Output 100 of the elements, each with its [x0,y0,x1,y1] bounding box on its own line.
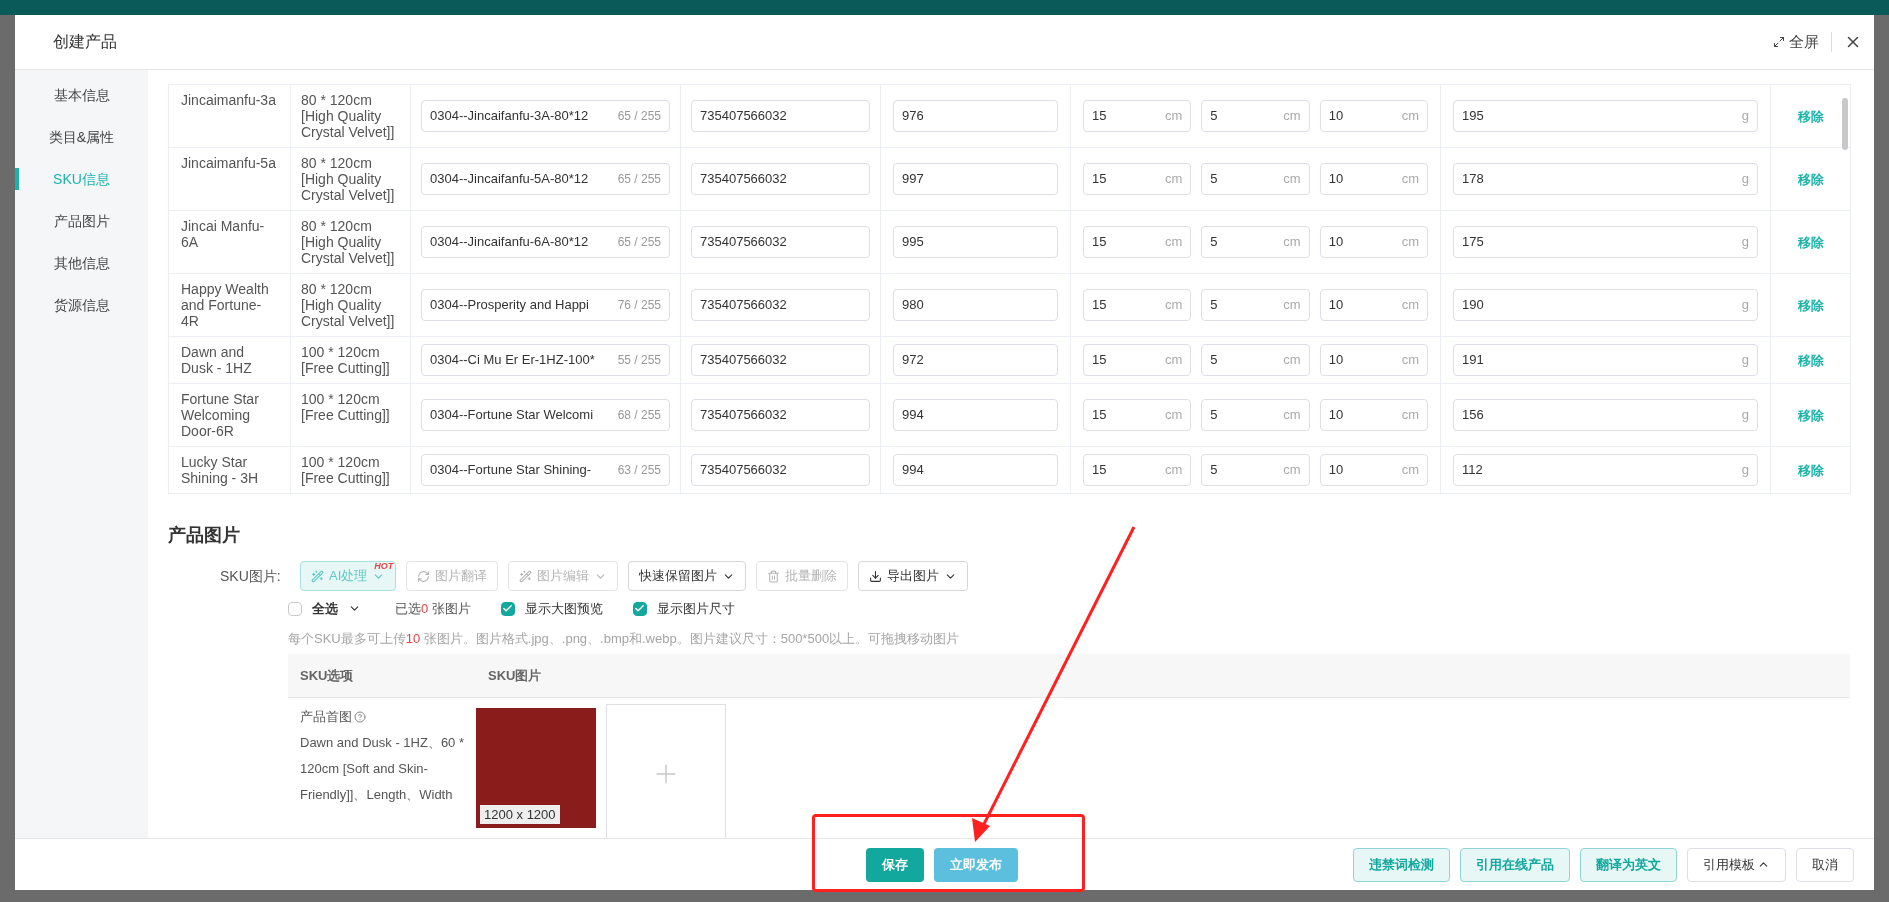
input-field[interactable]: 735407566032 [691,454,870,486]
input-field[interactable]: 0304--Fortune Star Welcomi 68 / 255 [421,399,670,431]
input-field[interactable]: 15 cm [1083,344,1192,376]
input-field[interactable]: 156 g [1453,399,1758,431]
input-field[interactable]: 997 [893,163,1058,195]
input-field[interactable]: 5 cm [1201,226,1310,258]
input-field[interactable]: 10 cm [1319,454,1428,486]
field-value: 0304--Fortune Star Shining- [430,461,592,480]
toolbar-button[interactable]: 快速保留图片 [628,561,747,591]
input-field[interactable]: 15 cm [1083,226,1192,258]
input-field[interactable]: 5 cm [1201,289,1310,321]
input-field[interactable]: 178 g [1453,163,1758,195]
input-field[interactable]: 5 cm [1201,100,1310,132]
input-field[interactable]: 195 g [1453,100,1758,132]
active-indicator [15,168,19,190]
input-field[interactable]: 15 cm [1083,100,1192,132]
input-field[interactable]: 0304--Fortune Star Shining- 63 / 255 [421,454,670,486]
input-field[interactable]: 15 cm [1083,399,1192,431]
input-field[interactable]: 994 [893,454,1058,486]
input-field[interactable]: 735407566032 [691,399,870,431]
image-size-label: 1200 x 1200 [480,804,560,824]
footer-button[interactable]: 取消 [1796,847,1854,882]
field-value: 994 [902,406,924,425]
trash-icon [767,569,781,583]
field-unit: cm [1401,296,1419,315]
checkbox[interactable] [500,601,515,616]
input-field[interactable]: 5 cm [1201,454,1310,486]
fullscreen-button[interactable]: 全屏 [1773,30,1819,54]
field-unit: g [1741,461,1749,480]
input-field[interactable]: 5 cm [1201,163,1310,195]
input-field[interactable]: 10 cm [1319,100,1428,132]
toolbar-button[interactable]: 导出图片 [858,561,969,591]
input-field[interactable]: 5 cm [1201,399,1310,431]
field-value: 112 [1462,461,1483,480]
field-value: 735407566032 [700,406,787,425]
field-unit: cm [1283,107,1301,126]
input-field[interactable]: 0304--Prosperity and Happi 76 / 255 [421,289,670,321]
sidebar-item[interactable]: 货源信息 [53,294,110,316]
input-field[interactable]: 112 g [1453,454,1758,486]
download-icon [869,569,883,583]
input-field[interactable]: 980 [893,289,1058,321]
input-field[interactable]: 5 cm [1201,344,1310,376]
upload-hint: 每个SKU最多可上传10 张图片。图片格式.jpg、.png、.bmp和.webp。图片建议尺寸：500*500以上。可拖拽移动图片 [287,629,961,648]
input-field[interactable]: 0304--Jincaifanfu-3A-80*12 65 / 255 [421,100,670,132]
field-unit: cm [1401,461,1419,480]
input-field[interactable]: 15 cm [1083,289,1192,321]
table-cell: 80 * 120cm [High Quality Crystal Velvet]] [301,281,395,329]
field-value: 10 [1328,233,1344,252]
sidebar-item[interactable]: 产品图片 [53,210,110,232]
footer-button[interactable]: 引用模板 [1687,847,1786,882]
input-field[interactable]: 735407566032 [691,100,870,132]
input-field[interactable]: 15 cm [1083,163,1192,195]
input-field[interactable]: 735407566032 [691,226,870,258]
table-cell: 80 * 120cm [High Quality Crystal Velvet]] [301,218,395,266]
field-value: 190 [1462,296,1484,315]
input-field[interactable]: 10 cm [1319,344,1428,376]
input-field[interactable]: 735407566032 [691,289,870,321]
toolbar-button[interactable]: AI处理 HOT [300,561,397,591]
field-value: 980 [902,296,924,315]
input-field[interactable]: 10 cm [1319,399,1428,431]
input-field[interactable]: 0304--Jincaifanfu-5A-80*12 65 / 255 [421,163,670,195]
input-field[interactable]: 15 cm [1083,454,1192,486]
refresh-icon [417,569,431,583]
sidebar-item[interactable]: 其他信息 [53,252,110,274]
field-value: 5 [1210,296,1218,315]
sidebar-item[interactable]: 基本信息 [53,84,110,106]
field-value: 15 [1092,351,1107,370]
field-value: 15 [1092,461,1107,480]
input-field[interactable]: 0304--Ci Mu Er Er-1HZ-100* 55 / 255 [421,344,670,376]
checkbox-label: 显示大图预览 [524,600,603,618]
help-icon[interactable] [354,711,366,723]
field-value: 15 [1092,107,1107,126]
input-field[interactable]: 972 [893,344,1058,376]
row-label: 产品首图 [300,708,352,726]
scrollbar-thumb[interactable] [1842,98,1848,150]
checkbox[interactable] [288,601,302,616]
field-unit: cm [1283,406,1301,425]
field-unit: cm [1283,296,1301,315]
input-field[interactable]: 190 g [1453,289,1758,321]
input-field[interactable]: 10 cm [1319,163,1428,195]
field-value: 10 [1328,296,1344,315]
input-field[interactable]: 175 g [1453,226,1758,258]
table-cell: Jincaimanfu-5a [181,155,276,171]
sidebar-item[interactable]: 类目&属性 [48,126,115,148]
input-field[interactable]: 995 [893,226,1058,258]
input-field[interactable]: 0304--Jincaifanfu-6A-80*12 65 / 255 [421,226,670,258]
selected-count: 已选0 张图片 [395,600,471,618]
field-value: 10 [1328,170,1344,189]
input-field[interactable]: 976 [893,100,1058,132]
input-field[interactable]: 735407566032 [691,163,870,195]
field-value: 191 [1462,351,1484,370]
input-field[interactable]: 994 [893,399,1058,431]
input-field[interactable]: 10 cm [1319,289,1428,321]
input-field[interactable]: 10 cm [1319,226,1428,258]
input-field[interactable]: 735407566032 [691,344,870,376]
field-unit: cm [1283,461,1301,480]
field-unit: cm [1165,461,1183,480]
field-value: 0304--Jincaifanfu-5A-80*12 [430,170,589,189]
checkbox[interactable] [632,601,647,616]
input-field[interactable]: 191 g [1453,344,1758,376]
